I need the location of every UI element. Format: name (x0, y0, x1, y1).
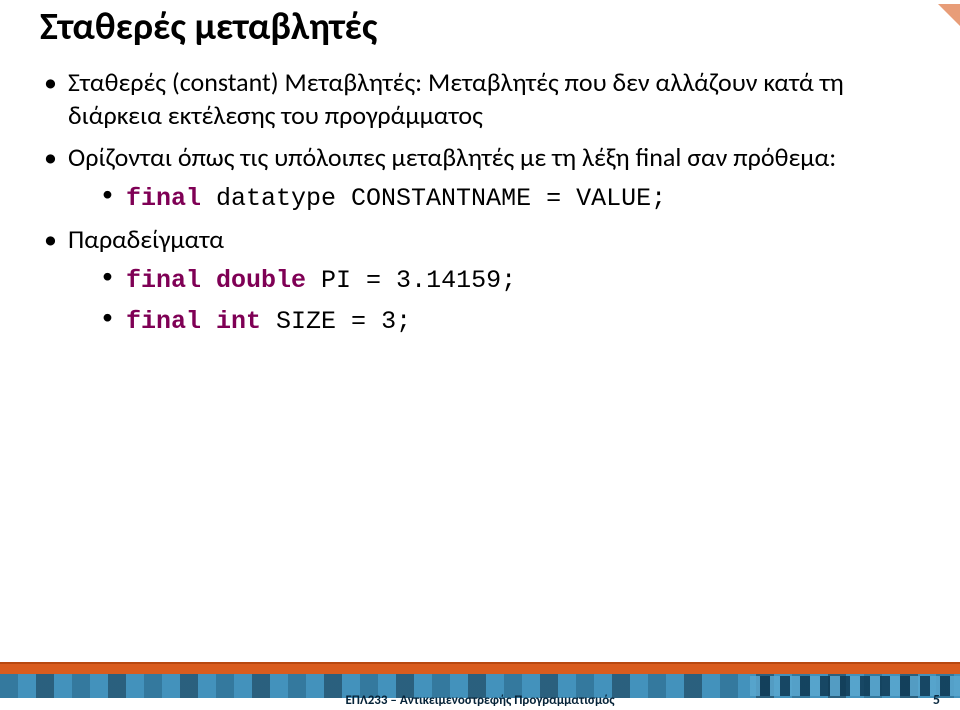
bullet-2-text: Ορίζονται όπως τις υπόλοιπες μεταβλητές … (68, 141, 836, 173)
bullet-3: Παραδείγματα final double PI = 3.14159; … (40, 223, 920, 338)
bullet-1: Σταθερές (constant) Μεταβλητές: Μεταβλητ… (40, 66, 920, 133)
keyword-final: final (126, 266, 201, 295)
code-rest: SIZE = 3; (261, 307, 411, 336)
bullet-3-text: Παραδείγματα (68, 223, 224, 255)
keyword-final: final (126, 307, 201, 336)
corner-accent (938, 4, 960, 26)
code-rest: datatype CONSTANTNAME = VALUE; (201, 184, 666, 213)
keyword-double: double (216, 266, 306, 295)
bullet-3-sub-1: final double PI = 3.14159; (98, 262, 920, 297)
slide: Σταθερές μεταβλητές Σταθερές (constant) … (0, 4, 960, 710)
bullet-2-sub-1: final datatype CONSTANTNAME = VALUE; (98, 180, 920, 215)
slide-title: Σταθερές μεταβλητές (40, 4, 920, 50)
keyword-final: final (126, 184, 201, 213)
slide-footer: ΕΠΛ233 – Αντικειμενοστρεφής Προγραμματισ… (0, 670, 960, 710)
bullet-1-text: Σταθερές (constant) Μεταβλητές: Μεταβλητ… (68, 66, 844, 131)
footer-orange-bar (0, 662, 960, 674)
keyword-int: int (216, 307, 261, 336)
slide-content: Σταθερές (constant) Μεταβλητές: Μεταβλητ… (40, 66, 920, 338)
bullet-2: Ορίζονται όπως τις υπόλοιπες μεταβλητές … (40, 141, 920, 215)
page-number: 5 (933, 691, 940, 708)
code-rest: PI = 3.14159; (306, 266, 516, 295)
bullet-3-sub-2: final int SIZE = 3; (98, 303, 920, 338)
